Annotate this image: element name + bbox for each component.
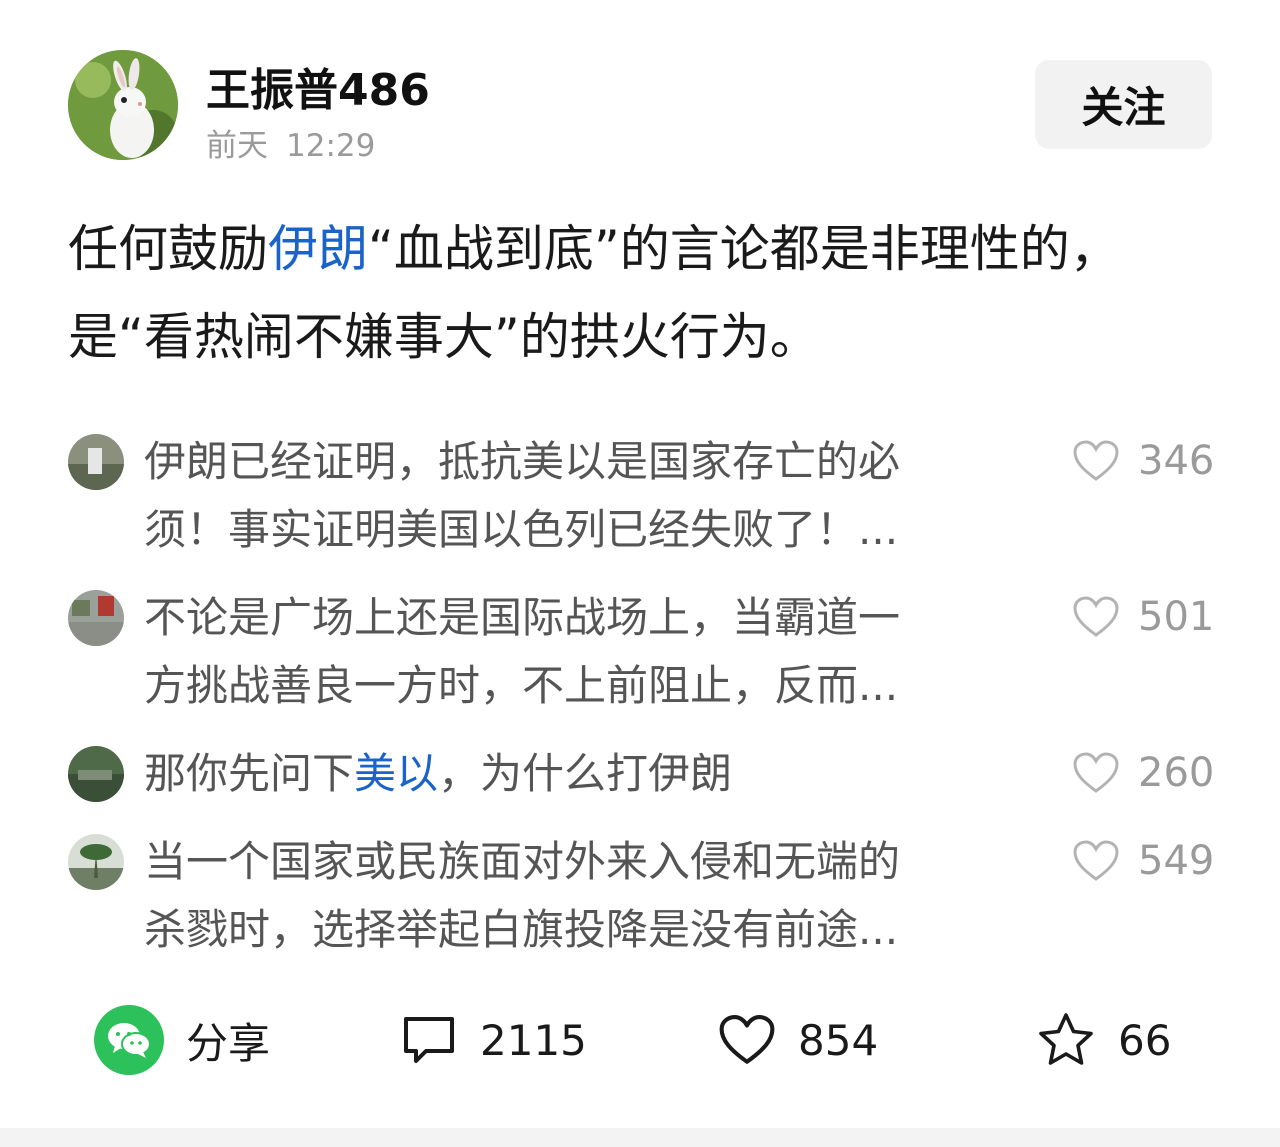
post-line-2: 是“看热闹不嫌事大”的拱火行为。 (68, 308, 820, 366)
action-bar: 分享 2115 854 66 (0, 1000, 1280, 1080)
heart-icon (1073, 840, 1119, 881)
comment-line: 当一个国家或民族面对外来入侵和无端的 (144, 837, 901, 886)
wechat-icon (94, 1005, 164, 1075)
comment-like-count: 501 (1138, 594, 1215, 640)
like-count: 854 (798, 1015, 879, 1065)
bottom-divider (0, 1128, 1280, 1147)
author-avatar[interactable] (68, 50, 178, 160)
comment-like-button[interactable]: 549 (1072, 838, 1214, 884)
commenter-avatar[interactable] (68, 434, 124, 490)
post-time-clock: 12:29 (286, 128, 376, 164)
like-button[interactable]: 854 (718, 1000, 878, 1080)
post-text: “血战到底”的言论都是非理性的， (368, 220, 1120, 278)
topic-link[interactable]: 美以 (354, 749, 438, 798)
favorite-count: 66 (1118, 1015, 1172, 1065)
comment-line: 方挑战善良一方时，不上前阻止，反而... (144, 661, 899, 710)
share-button[interactable]: 分享 (94, 1000, 270, 1080)
comment-line: 不论是广场上还是国际战场上，当霸道一 (144, 593, 901, 642)
comment-text-part: 那你先问下 (144, 749, 355, 798)
heart-icon (1073, 440, 1119, 481)
comment-line: 伊朗已经证明，抵抗美以是国家存亡的必 (144, 437, 901, 486)
heart-icon (1073, 752, 1119, 793)
comment-text: 当一个国家或民族面对外来入侵和无端的 杀戮时，选择举起白旗投降是没有前途... (144, 828, 1006, 964)
post-line-1: 任何鼓励伊朗“血战到底”的言论都是非理性的， (68, 205, 1218, 293)
comment-like-button[interactable]: 346 (1072, 438, 1214, 484)
comment-like-button[interactable]: 501 (1072, 594, 1214, 640)
comment-count: 2115 (480, 1015, 587, 1065)
heart-icon (1073, 596, 1119, 637)
comment-text-part: ，为什么打伊朗 (438, 749, 733, 798)
author-name[interactable]: 王振普486 (206, 54, 430, 118)
post-header: 王振普486 前天 12:29 关注 (0, 0, 1280, 190)
comment-like-button[interactable]: 260 (1072, 750, 1214, 796)
comment-line: 杀戮时，选择举起白旗投降是没有前途... (144, 905, 899, 954)
comment-line: 须！事实证明美国以色列已经失败了！... (144, 505, 899, 554)
topic-link[interactable]: 伊朗 (268, 220, 368, 278)
star-icon (1039, 1013, 1093, 1065)
comment-like-count: 549 (1138, 838, 1215, 884)
share-label: 分享 (186, 1018, 271, 1068)
post-time: 前天 12:29 (206, 120, 375, 165)
commenter-avatar[interactable] (68, 834, 124, 890)
favorite-button[interactable]: 66 (1036, 1000, 1171, 1080)
post-text: 任何鼓励 (68, 220, 268, 278)
comment-button[interactable]: 2115 (400, 1000, 587, 1080)
comment-text: 那你先问下美以，为什么打伊朗 (144, 740, 1006, 808)
commenter-avatar[interactable] (68, 746, 124, 802)
comment-icon (404, 1017, 454, 1063)
follow-button[interactable]: 关注 (1035, 60, 1212, 149)
comment-text: 不论是广场上还是国际战场上，当霸道一 方挑战善良一方时，不上前阻止，反而... (144, 584, 1006, 720)
post-time-day: 前天 (206, 128, 268, 164)
heart-icon (719, 1014, 775, 1064)
comment-like-count: 346 (1138, 438, 1215, 484)
comment-like-count: 260 (1138, 750, 1215, 796)
post-content: 任何鼓励伊朗“血战到底”的言论都是非理性的， 是“看热闹不嫌事大”的拱火行为。 (68, 205, 1218, 381)
commenter-avatar[interactable] (68, 590, 124, 646)
comment-text: 伊朗已经证明，抵抗美以是国家存亡的必 须！事实证明美国以色列已经失败了！... (144, 428, 1006, 564)
